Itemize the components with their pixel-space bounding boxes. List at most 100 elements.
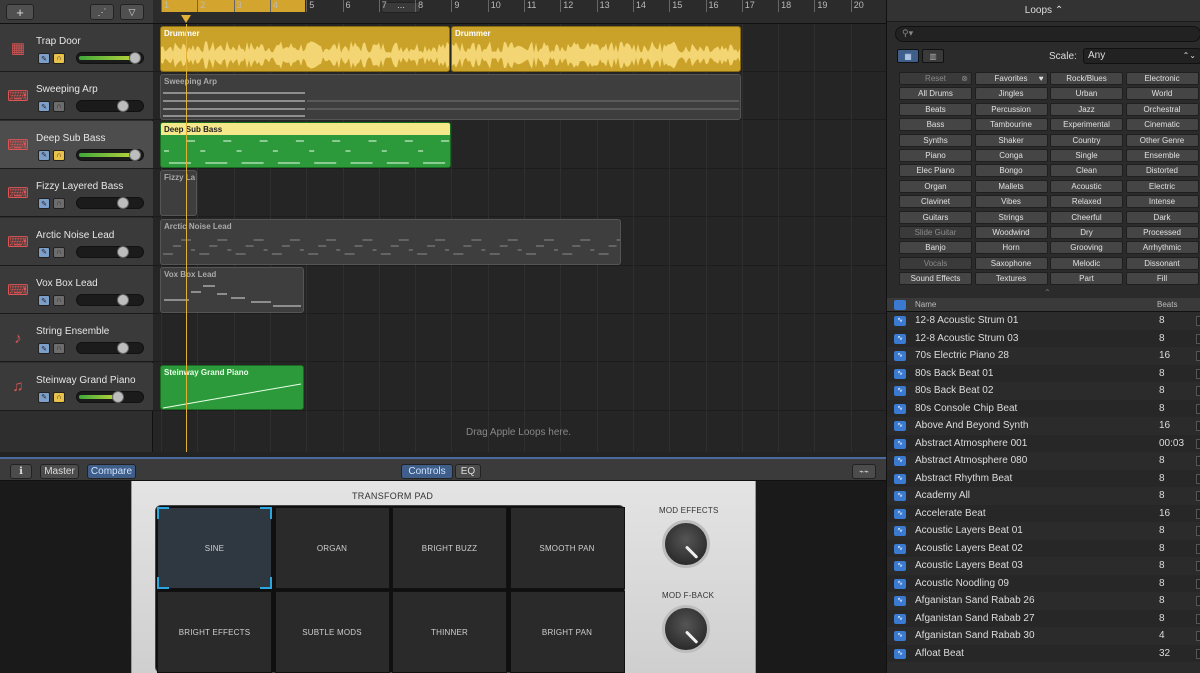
pad-cell[interactable]: SINE [157,507,272,589]
volume-knob[interactable] [117,245,129,258]
record-enable-button[interactable]: ✎ [38,391,50,403]
resize-handle-icon[interactable]: ⌃ [1044,288,1051,297]
column-beats[interactable]: Beats [1157,300,1177,309]
playhead-marker[interactable] [181,15,191,23]
loop-list-item[interactable]: ∿ Abstract Rhythm Beat 8 [887,469,1200,487]
volume-knob[interactable] [112,390,124,403]
loop-list-item[interactable]: ∿ Afloat Beat 32 [887,644,1200,662]
loop-list-item[interactable]: ∿ Above And Beyond Synth 16 [887,417,1200,435]
favorite-checkbox[interactable] [1196,456,1200,466]
keyword-button[interactable]: Arrhythmic [1125,241,1199,255]
record-enable-button[interactable]: ✎ [38,295,50,306]
headphone-button[interactable]: ∩ [53,343,65,355]
record-enable-button[interactable]: ✎ [38,246,50,258]
loop-list-item[interactable]: ∿ 80s Back Beat 01 8 [887,364,1200,382]
keyword-button[interactable]: Bongo [974,164,1048,178]
track-header[interactable]: ♪ String Ensemble ✎ ∩ [0,314,153,363]
loops-title[interactable]: Loops ⌃ [887,0,1200,22]
keyword-button[interactable]: Jazz [1050,102,1123,116]
loop-list-item[interactable]: ∿ 70s Electric Piano 28 16 [887,347,1200,365]
pad-cell[interactable]: BRIGHT PAN [509,591,625,673]
favorite-checkbox[interactable] [1196,473,1200,484]
region-deep-sub-bass[interactable]: Deep Sub Bass [160,122,451,168]
mod-feedback-knob[interactable] [662,605,710,653]
loop-list-item[interactable]: ∿ 12-8 Acoustic Strum 03 8 [887,329,1200,347]
favorite-checkbox[interactable] [1196,543,1200,554]
keyword-button[interactable]: Dissonant [1125,256,1199,270]
keyword-button[interactable]: Ensemble [1125,149,1199,162]
waveform-type-icon[interactable] [894,300,906,310]
timeline-ruler[interactable]: ⋯ 1 2 3 4 5 6 7 8 9 10 11 12 13 14 15 16 17 18 19 20 [153,0,886,24]
headphone-button[interactable]: ∩ [53,246,65,258]
favorite-checkbox[interactable] [1196,631,1200,641]
keyword-button[interactable]: Favorites ♥ [974,72,1048,85]
loop-list-item[interactable]: ∿ Afganistan Sand Rabab 27 8 [887,609,1200,627]
keyword-button[interactable]: Tambourine [974,118,1048,132]
keyword-button[interactable]: Other Genre [1125,133,1199,147]
volume-slider[interactable] [76,390,144,403]
keyword-button[interactable]: Intense [1125,195,1199,209]
pad-cell[interactable]: BRIGHT BUZZ [392,507,507,589]
keyword-button[interactable]: Clavinet [899,195,972,209]
region-drummer-2[interactable]: Drummer [451,26,741,72]
favorite-checkbox[interactable] [1196,316,1200,326]
favorite-checkbox[interactable] [1196,526,1200,536]
favorite-checkbox[interactable] [1196,333,1200,344]
button-view-button[interactable]: ▦ [897,49,919,63]
favorite-checkbox[interactable] [1196,596,1200,606]
keyword-button[interactable]: Textures [974,272,1048,286]
volume-knob[interactable] [117,294,129,306]
keyword-button[interactable]: Melodic [1050,256,1123,270]
headphone-button[interactable]: ∩ [53,295,65,306]
loop-list-item[interactable]: ∿ Acoustic Layers Beat 03 8 [887,557,1200,575]
tab-controls[interactable]: Controls [401,464,453,479]
volume-slider[interactable] [76,148,144,161]
keyword-button[interactable]: Banjo [899,241,972,255]
keyword-button[interactable]: Elec Piano [899,164,972,178]
volume-knob[interactable] [117,197,129,210]
keyword-button[interactable]: Vocals [899,256,972,270]
keyword-button[interactable]: Distorted [1125,164,1199,178]
favorite-checkbox[interactable] [1196,648,1200,659]
keyword-button[interactable]: Urban [1050,87,1123,101]
record-enable-button[interactable]: ✎ [38,343,50,355]
track-header[interactable]: ⌨ Sweeping Arp ✎ ∩ [0,72,153,121]
record-enable-button[interactable]: ✎ [38,198,50,210]
keyword-button[interactable]: Electric [1125,179,1199,193]
keyword-button[interactable]: Dark [1125,210,1199,224]
favorite-checkbox[interactable] [1196,351,1200,361]
keyword-button[interactable]: Vibes [974,195,1048,209]
favorite-checkbox[interactable] [1196,578,1200,589]
region-fizzy-layered-bass[interactable]: Fizzy La [160,170,197,216]
favorite-checkbox[interactable] [1196,491,1200,501]
keyword-button[interactable]: Clean [1050,164,1123,178]
headphone-button[interactable]: ∩ [53,149,65,161]
column-view-button[interactable]: ▥ [922,49,944,63]
column-name[interactable]: Name [915,300,936,309]
keyword-button[interactable]: Relaxed [1050,195,1123,209]
volume-slider[interactable] [76,245,144,258]
keyword-button[interactable]: Country [1050,133,1123,147]
headphone-button[interactable]: ∩ [53,53,65,64]
region-sweeping-arp[interactable]: Sweeping Arp [160,74,741,120]
keyword-button[interactable]: Acoustic [1050,179,1123,193]
keyword-button[interactable]: Single [1050,149,1123,162]
keyword-button[interactable]: Percussion [974,102,1048,116]
keyword-button[interactable]: Organ [899,179,972,193]
keyword-button[interactable]: Jingles [974,87,1048,101]
record-enable-button[interactable]: ✎ [38,149,50,161]
favorite-checkbox[interactable] [1196,561,1200,571]
keyword-button[interactable]: Horn [974,241,1048,255]
keyword-button[interactable]: Woodwind [974,226,1048,239]
favorite-checkbox[interactable] [1196,386,1200,396]
add-track-button[interactable]: + [6,4,34,20]
keyword-button[interactable]: Saxophone [974,256,1048,270]
headphone-button[interactable]: ∩ [53,198,65,210]
info-button[interactable]: ℹ [10,464,32,479]
keyword-button[interactable]: Electronic [1125,72,1199,85]
keyword-button[interactable]: All Drums [899,87,972,101]
favorite-checkbox[interactable] [1196,368,1200,379]
keyword-button[interactable]: Piano [899,149,972,162]
region-drummer-1[interactable]: Drummer [160,26,450,72]
scale-select[interactable]: Any ⌃⌄ [1083,48,1200,64]
